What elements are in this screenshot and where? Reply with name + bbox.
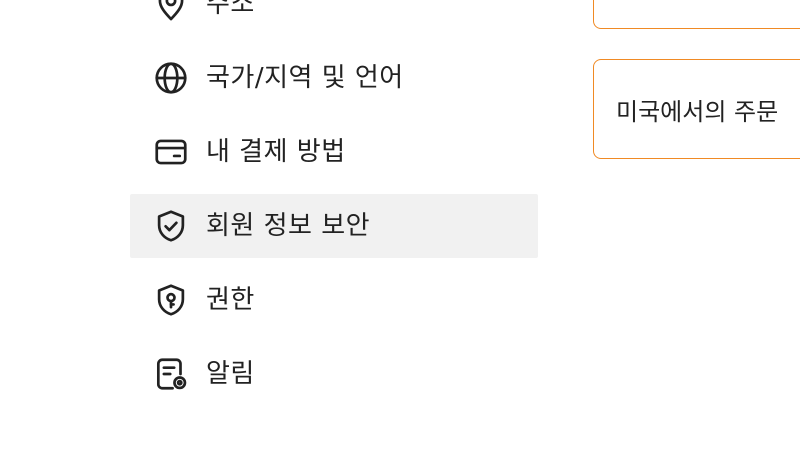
menu-item-label: 국가/지역 및 언어 xyxy=(206,63,404,93)
menu-item-label: 회원 정보 보안 xyxy=(206,211,371,241)
credit-card-icon xyxy=(152,133,190,171)
menu-item-notifications[interactable]: 알림 xyxy=(130,342,538,406)
shield-key-icon xyxy=(152,281,190,319)
option-card-text: 미국에서의 주문 xyxy=(616,97,779,126)
option-card[interactable] xyxy=(593,0,800,29)
menu-item-address[interactable]: 주소 xyxy=(130,0,538,36)
notification-settings-icon xyxy=(152,355,190,393)
menu-item-permissions[interactable]: 권한 xyxy=(130,268,538,332)
account-settings-page: 주소 국가/지역 및 언어 내 결제 방법 회원 정보 보안 권한 알림 미국에… xyxy=(0,0,800,450)
menu-item-country-language[interactable]: 국가/지역 및 언어 xyxy=(130,46,538,110)
menu-item-payment-methods[interactable]: 내 결제 방법 xyxy=(130,120,538,184)
location-pin-icon xyxy=(152,0,190,23)
globe-icon xyxy=(152,59,190,97)
menu-item-label: 내 결제 방법 xyxy=(206,137,346,167)
menu-item-account-security[interactable]: 회원 정보 보안 xyxy=(130,194,538,258)
menu-item-label: 주소 xyxy=(206,0,255,19)
menu-item-label: 알림 xyxy=(206,359,255,389)
option-card-us-orders[interactable]: 미국에서의 주문 xyxy=(593,59,800,159)
shield-check-icon xyxy=(152,207,190,245)
settings-menu: 주소 국가/지역 및 언어 내 결제 방법 회원 정보 보안 권한 알림 xyxy=(130,0,538,416)
menu-item-label: 권한 xyxy=(206,285,255,315)
